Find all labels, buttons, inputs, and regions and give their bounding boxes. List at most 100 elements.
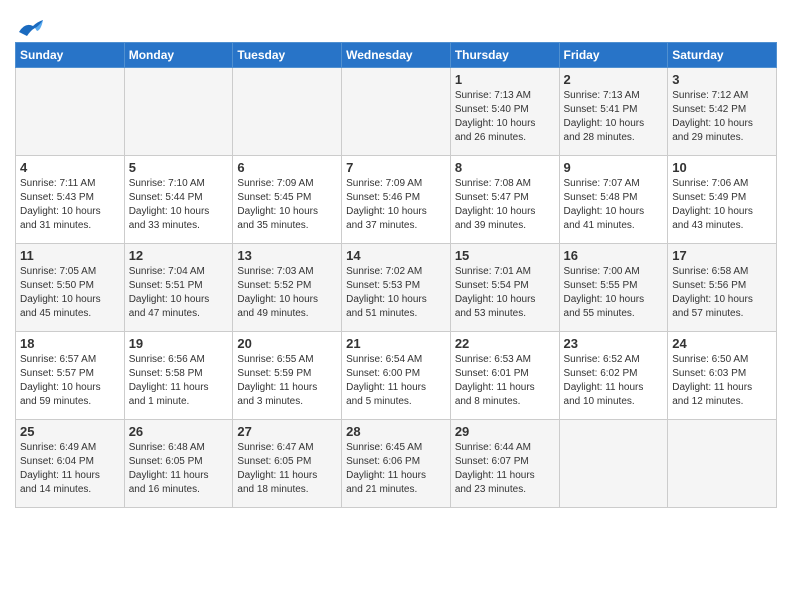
- header-saturday: Saturday: [668, 43, 777, 68]
- calendar-table: SundayMondayTuesdayWednesdayThursdayFrid…: [15, 42, 777, 508]
- day-info: Sunrise: 6:56 AM Sunset: 5:58 PM Dayligh…: [129, 353, 229, 409]
- header-row: SundayMondayTuesdayWednesdayThursdayFrid…: [16, 43, 777, 68]
- day-number: 13: [237, 248, 337, 263]
- day-info: Sunrise: 7:04 AM Sunset: 5:51 PM Dayligh…: [129, 265, 229, 321]
- day-info: Sunrise: 7:09 AM Sunset: 5:45 PM Dayligh…: [237, 177, 337, 233]
- calendar-cell: 15 Sunrise: 7:01 AM Sunset: 5:54 PM Dayli…: [450, 244, 559, 332]
- header-monday: Monday: [124, 43, 233, 68]
- calendar-cell: 1 Sunrise: 7:13 AM Sunset: 5:40 PM Daylig…: [450, 68, 559, 156]
- week-row-1: 1 Sunrise: 7:13 AM Sunset: 5:40 PM Daylig…: [16, 68, 777, 156]
- calendar-cell: [559, 420, 668, 508]
- calendar-cell: [342, 68, 451, 156]
- calendar-cell: 6 Sunrise: 7:09 AM Sunset: 5:45 PM Daylig…: [233, 156, 342, 244]
- day-number: 3: [672, 72, 772, 87]
- day-number: 10: [672, 160, 772, 175]
- day-info: Sunrise: 6:54 AM Sunset: 6:00 PM Dayligh…: [346, 353, 446, 409]
- logo-bird-icon: [17, 18, 45, 38]
- day-number: 2: [564, 72, 664, 87]
- day-number: 16: [564, 248, 664, 263]
- calendar-cell: [124, 68, 233, 156]
- day-number: 18: [20, 336, 120, 351]
- logo: [15, 18, 45, 34]
- day-info: Sunrise: 7:13 AM Sunset: 5:40 PM Dayligh…: [455, 89, 555, 145]
- day-number: 12: [129, 248, 229, 263]
- calendar-cell: 16 Sunrise: 7:00 AM Sunset: 5:55 PM Dayli…: [559, 244, 668, 332]
- calendar-cell: 21 Sunrise: 6:54 AM Sunset: 6:00 PM Dayli…: [342, 332, 451, 420]
- day-number: 28: [346, 424, 446, 439]
- day-info: Sunrise: 7:00 AM Sunset: 5:55 PM Dayligh…: [564, 265, 664, 321]
- header-thursday: Thursday: [450, 43, 559, 68]
- calendar-cell: 23 Sunrise: 6:52 AM Sunset: 6:02 PM Dayli…: [559, 332, 668, 420]
- day-info: Sunrise: 6:44 AM Sunset: 6:07 PM Dayligh…: [455, 441, 555, 497]
- day-number: 15: [455, 248, 555, 263]
- header-friday: Friday: [559, 43, 668, 68]
- day-info: Sunrise: 7:01 AM Sunset: 5:54 PM Dayligh…: [455, 265, 555, 321]
- day-number: 24: [672, 336, 772, 351]
- day-info: Sunrise: 7:12 AM Sunset: 5:42 PM Dayligh…: [672, 89, 772, 145]
- calendar-cell: 19 Sunrise: 6:56 AM Sunset: 5:58 PM Dayli…: [124, 332, 233, 420]
- day-info: Sunrise: 7:03 AM Sunset: 5:52 PM Dayligh…: [237, 265, 337, 321]
- day-number: 9: [564, 160, 664, 175]
- day-number: 29: [455, 424, 555, 439]
- calendar-cell: 2 Sunrise: 7:13 AM Sunset: 5:41 PM Daylig…: [559, 68, 668, 156]
- day-number: 19: [129, 336, 229, 351]
- day-info: Sunrise: 6:49 AM Sunset: 6:04 PM Dayligh…: [20, 441, 120, 497]
- day-info: Sunrise: 7:07 AM Sunset: 5:48 PM Dayligh…: [564, 177, 664, 233]
- week-row-2: 4 Sunrise: 7:11 AM Sunset: 5:43 PM Daylig…: [16, 156, 777, 244]
- day-info: Sunrise: 7:08 AM Sunset: 5:47 PM Dayligh…: [455, 177, 555, 233]
- calendar-cell: 18Sunrise: 6:57 AM Sunset: 5:57 PM Dayli…: [16, 332, 125, 420]
- day-info: Sunrise: 6:52 AM Sunset: 6:02 PM Dayligh…: [564, 353, 664, 409]
- day-info: Sunrise: 6:58 AM Sunset: 5:56 PM Dayligh…: [672, 265, 772, 321]
- week-row-4: 18Sunrise: 6:57 AM Sunset: 5:57 PM Dayli…: [16, 332, 777, 420]
- day-info: Sunrise: 6:50 AM Sunset: 6:03 PM Dayligh…: [672, 353, 772, 409]
- calendar-cell: 27Sunrise: 6:47 AM Sunset: 6:05 PM Dayli…: [233, 420, 342, 508]
- day-info: Sunrise: 7:11 AM Sunset: 5:43 PM Dayligh…: [20, 177, 120, 233]
- day-info: Sunrise: 6:55 AM Sunset: 5:59 PM Dayligh…: [237, 353, 337, 409]
- day-number: 14: [346, 248, 446, 263]
- day-number: 17: [672, 248, 772, 263]
- calendar-cell: 22Sunrise: 6:53 AM Sunset: 6:01 PM Dayli…: [450, 332, 559, 420]
- day-info: Sunrise: 6:53 AM Sunset: 6:01 PM Dayligh…: [455, 353, 555, 409]
- day-number: 7: [346, 160, 446, 175]
- calendar-cell: 12 Sunrise: 7:04 AM Sunset: 5:51 PM Dayli…: [124, 244, 233, 332]
- day-number: 6: [237, 160, 337, 175]
- day-info: Sunrise: 7:13 AM Sunset: 5:41 PM Dayligh…: [564, 89, 664, 145]
- calendar-cell: 3 Sunrise: 7:12 AM Sunset: 5:42 PM Daylig…: [668, 68, 777, 156]
- day-info: Sunrise: 7:10 AM Sunset: 5:44 PM Dayligh…: [129, 177, 229, 233]
- calendar-cell: 8 Sunrise: 7:08 AM Sunset: 5:47 PM Daylig…: [450, 156, 559, 244]
- calendar-cell: 17 Sunrise: 6:58 AM Sunset: 5:56 PM Dayli…: [668, 244, 777, 332]
- header-sunday: Sunday: [16, 43, 125, 68]
- calendar-cell: [16, 68, 125, 156]
- calendar-cell: 10Sunrise: 7:06 AM Sunset: 5:49 PM Dayli…: [668, 156, 777, 244]
- day-info: Sunrise: 7:09 AM Sunset: 5:46 PM Dayligh…: [346, 177, 446, 233]
- day-number: 8: [455, 160, 555, 175]
- day-number: 23: [564, 336, 664, 351]
- week-row-5: 25 Sunrise: 6:49 AM Sunset: 6:04 PM Dayli…: [16, 420, 777, 508]
- calendar-cell: 9 Sunrise: 7:07 AM Sunset: 5:48 PM Daylig…: [559, 156, 668, 244]
- day-number: 25: [20, 424, 120, 439]
- calendar-cell: [233, 68, 342, 156]
- day-number: 11: [20, 248, 120, 263]
- header-wednesday: Wednesday: [342, 43, 451, 68]
- day-number: 26: [129, 424, 229, 439]
- calendar-cell: 14Sunrise: 7:02 AM Sunset: 5:53 PM Dayli…: [342, 244, 451, 332]
- day-number: 5: [129, 160, 229, 175]
- day-number: 1: [455, 72, 555, 87]
- day-number: 4: [20, 160, 120, 175]
- day-number: 27: [237, 424, 337, 439]
- day-info: Sunrise: 6:45 AM Sunset: 6:06 PM Dayligh…: [346, 441, 446, 497]
- calendar-cell: [668, 420, 777, 508]
- calendar-cell: 24 Sunrise: 6:50 AM Sunset: 6:03 PM Dayli…: [668, 332, 777, 420]
- calendar-cell: 25 Sunrise: 6:49 AM Sunset: 6:04 PM Dayli…: [16, 420, 125, 508]
- calendar-cell: 29 Sunrise: 6:44 AM Sunset: 6:07 PM Dayli…: [450, 420, 559, 508]
- calendar-cell: 4 Sunrise: 7:11 AM Sunset: 5:43 PM Daylig…: [16, 156, 125, 244]
- calendar-cell: 5 Sunrise: 7:10 AM Sunset: 5:44 PM Daylig…: [124, 156, 233, 244]
- week-row-3: 11 Sunrise: 7:05 AM Sunset: 5:50 PM Dayli…: [16, 244, 777, 332]
- header-tuesday: Tuesday: [233, 43, 342, 68]
- day-info: Sunrise: 7:05 AM Sunset: 5:50 PM Dayligh…: [20, 265, 120, 321]
- day-number: 21: [346, 336, 446, 351]
- calendar-cell: 20Sunrise: 6:55 AM Sunset: 5:59 PM Dayli…: [233, 332, 342, 420]
- calendar-cell: 11 Sunrise: 7:05 AM Sunset: 5:50 PM Dayli…: [16, 244, 125, 332]
- calendar-cell: 7 Sunrise: 7:09 AM Sunset: 5:46 PM Daylig…: [342, 156, 451, 244]
- page-header: [15, 10, 777, 34]
